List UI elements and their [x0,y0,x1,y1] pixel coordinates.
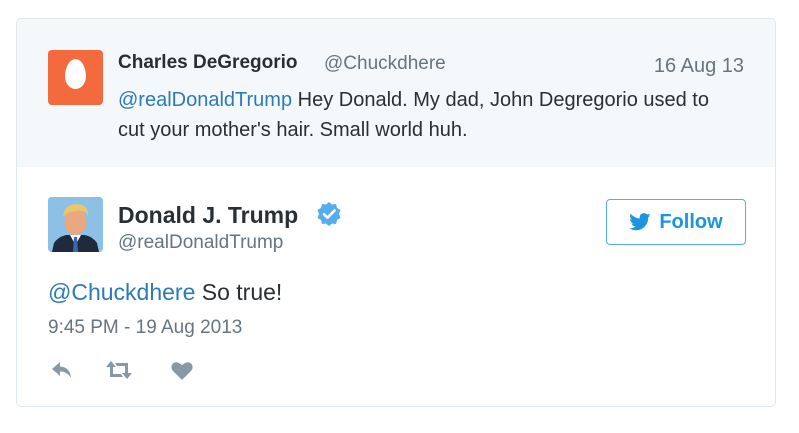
avatar-portrait-icon [48,197,103,252]
quoted-tweet[interactable]: Charles DeGregorio @Chuckdhere 16 Aug 13… [17,19,775,167]
embedded-tweet-card: Charles DeGregorio @Chuckdhere 16 Aug 13… [16,18,776,407]
quoted-author-handle[interactable]: @Chuckdhere [324,53,446,75]
default-egg-avatar[interactable] [48,50,103,105]
heart-icon[interactable] [170,359,194,381]
quoted-tweet-text: @realDonaldTrump Hey Donald. My dad, Joh… [118,85,738,145]
tweet-timestamp[interactable]: 9:45 PM - 19 Aug 2013 [48,317,242,339]
egg-icon [65,59,86,89]
follow-button-label: Follow [659,210,723,233]
tweet-text: @Chuckdhere So true! [48,279,282,306]
author-name[interactable]: Donald J. Trump [118,202,298,229]
tweet-body: So true! [195,279,283,305]
retweet-icon[interactable] [104,359,134,381]
author-handle[interactable]: @realDonaldTrump [118,232,283,254]
quoted-author-name[interactable]: Charles DeGregorio [118,52,298,74]
verified-badge-icon [317,202,341,226]
quoted-mention-link[interactable]: @realDonaldTrump [118,89,292,111]
twitter-bird-icon [629,213,651,231]
tweet-mention-link[interactable]: @Chuckdhere [48,279,195,305]
follow-button[interactable]: Follow [606,199,746,245]
author-avatar[interactable] [48,197,103,252]
quoted-tweet-date[interactable]: 16 Aug 13 [654,55,744,78]
reply-icon[interactable] [50,359,74,381]
